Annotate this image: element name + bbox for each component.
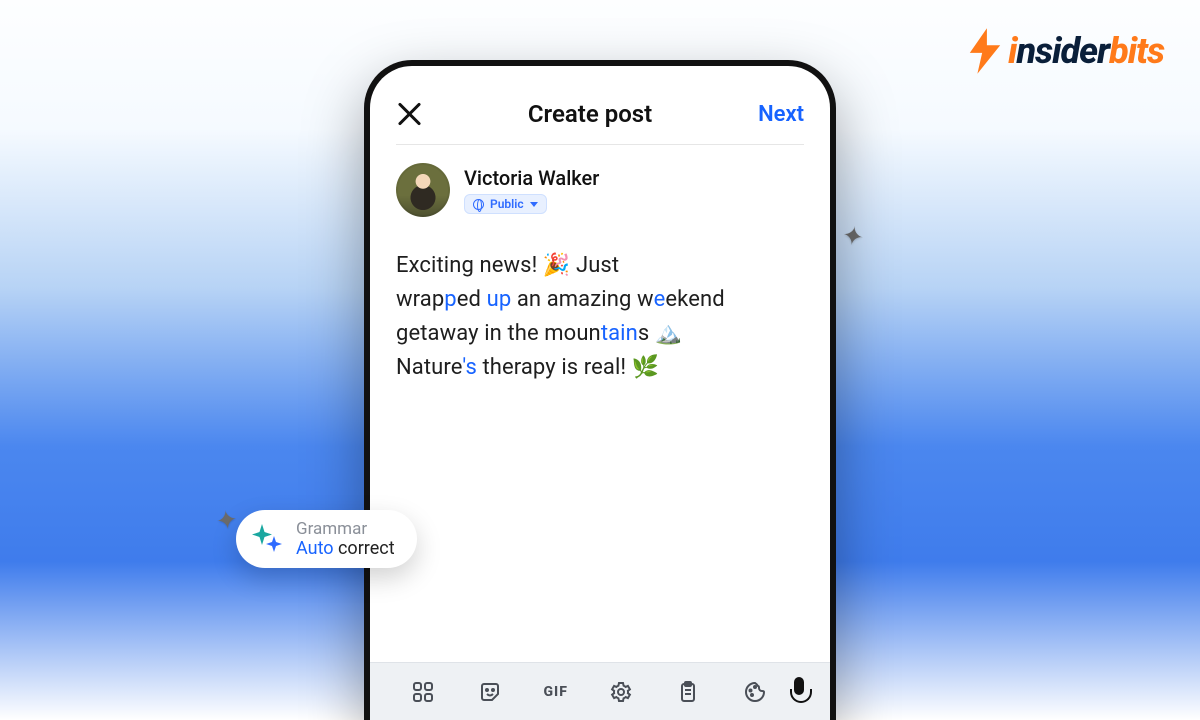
- highlight: e: [654, 287, 666, 312]
- close-icon[interactable]: [396, 101, 422, 127]
- phone-frame: Create post Next Victoria Walker Public …: [364, 60, 836, 720]
- chevron-down-icon: [530, 202, 538, 207]
- author-row: Victoria Walker Public: [396, 145, 804, 227]
- grammar-suggestion-pill[interactable]: Grammar Auto correct: [236, 510, 417, 568]
- author-meta: Victoria Walker Public: [464, 166, 599, 214]
- theme-icon[interactable]: [742, 679, 768, 705]
- phone-screen: Create post Next Victoria Walker Public …: [370, 66, 830, 720]
- avatar[interactable]: [396, 163, 450, 217]
- apps-icon[interactable]: [410, 679, 436, 705]
- keyboard-toolbar: GIF: [370, 662, 830, 720]
- bolt-icon: [966, 28, 1004, 74]
- ai-sparkle-icon: [250, 522, 284, 556]
- post-line-3: getaway in the mountains 🏔️: [396, 317, 804, 351]
- brand-text: insiderbits: [1008, 30, 1164, 72]
- globe-icon: [473, 199, 484, 210]
- post-line-1: Exciting news! 🎉 Just: [396, 249, 804, 283]
- highlight: up: [487, 287, 512, 312]
- pill-line-2: Auto correct: [296, 539, 395, 559]
- post-textarea[interactable]: Exciting news! 🎉 Just wrapped up an amaz…: [396, 227, 804, 385]
- herb-emoji: 🌿: [632, 355, 660, 380]
- pill-line-1: Grammar: [296, 520, 395, 539]
- party-popper-emoji: 🎉: [543, 253, 571, 278]
- privacy-label: Public: [490, 197, 524, 211]
- stage: insiderbits ✦ ✦ Create post Next Victori…: [0, 0, 1200, 720]
- sparkle-icon: ✦: [840, 220, 867, 253]
- page-title: Create post: [528, 100, 652, 128]
- privacy-selector[interactable]: Public: [464, 194, 547, 214]
- highlight: 's: [462, 355, 477, 380]
- author-name: Victoria Walker: [464, 166, 599, 190]
- brand-logo: insiderbits: [966, 28, 1164, 74]
- mic-icon[interactable]: [788, 677, 810, 707]
- mountain-emoji: 🏔️: [655, 321, 683, 346]
- sticker-icon[interactable]: [477, 679, 503, 705]
- top-bar: Create post Next: [396, 90, 804, 145]
- highlight: tain: [601, 321, 638, 346]
- next-button[interactable]: Next: [758, 102, 804, 127]
- pill-labels: Grammar Auto correct: [296, 520, 395, 558]
- clipboard-icon[interactable]: [675, 679, 701, 705]
- post-line-4: Nature's therapy is real! 🌿: [396, 351, 804, 385]
- settings-icon[interactable]: [608, 679, 634, 705]
- post-line-2: wrapped up an amazing weekend: [396, 283, 804, 317]
- gif-button[interactable]: GIF: [543, 684, 567, 700]
- highlight: p: [444, 287, 456, 312]
